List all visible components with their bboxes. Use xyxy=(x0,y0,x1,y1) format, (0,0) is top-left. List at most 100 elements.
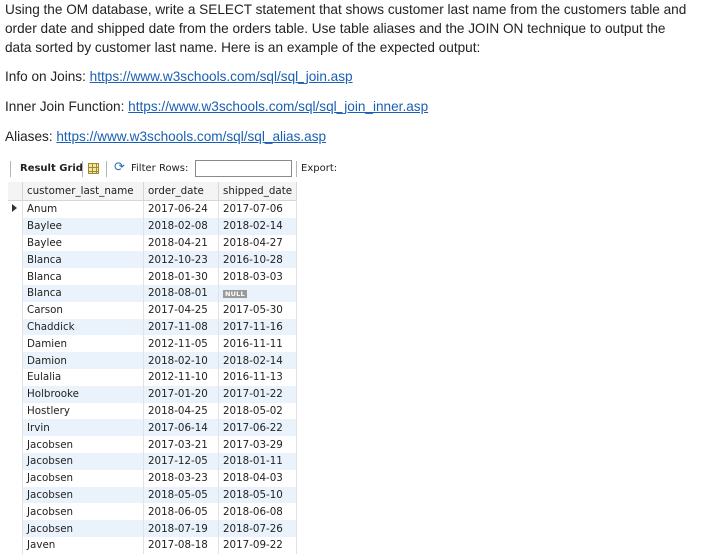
cell-order-date[interactable]: 2018-02-10 xyxy=(143,352,219,369)
cell-order-date[interactable]: 2018-03-23 xyxy=(143,469,219,487)
cell-shipped-date[interactable]: 2018-02-14 xyxy=(218,217,298,235)
row-selector[interactable] xyxy=(8,436,23,453)
grid-view-icon[interactable] xyxy=(88,163,99,174)
row-selector[interactable] xyxy=(8,234,23,252)
column-header-customer-last-name[interactable]: customer_last_name xyxy=(22,182,144,201)
table-row[interactable]: Baylee 2018-04-21 2018-04-27 xyxy=(8,234,298,252)
cell-customer-last-name[interactable]: Irvin xyxy=(22,419,144,437)
table-row[interactable]: Damion 2018-02-10 2018-02-14 xyxy=(8,352,298,369)
cell-order-date[interactable]: 2018-06-05 xyxy=(143,503,219,521)
cell-shipped-date[interactable]: 2017-05-30 xyxy=(218,301,298,319)
cell-shipped-date[interactable]: 2017-07-06 xyxy=(218,200,298,218)
cell-shipped-date[interactable]: 2018-02-14 xyxy=(218,352,298,369)
cell-customer-last-name[interactable]: Jacobsen xyxy=(22,520,144,537)
row-selector[interactable] xyxy=(8,368,23,386)
row-selector[interactable] xyxy=(8,452,23,470)
cell-order-date[interactable]: 2017-06-24 xyxy=(143,200,219,218)
export-label[interactable]: Export: xyxy=(301,163,337,174)
cell-shipped-date[interactable]: 2018-04-03 xyxy=(218,469,298,487)
table-row[interactable]: Javen 2017-08-18 2017-09-22 xyxy=(8,536,298,554)
cell-order-date[interactable]: 2018-08-01 xyxy=(143,284,219,302)
cell-order-date[interactable]: 2018-04-21 xyxy=(143,234,219,252)
table-row[interactable]: Jacobsen 2017-12-05 2018-01-11 xyxy=(8,452,298,470)
cell-customer-last-name[interactable]: Baylee xyxy=(22,234,144,252)
cell-order-date[interactable]: 2017-11-08 xyxy=(143,318,219,336)
cell-order-date[interactable]: 2018-04-25 xyxy=(143,402,219,420)
table-row[interactable]: Irvin 2017-06-14 2017-06-22 xyxy=(8,419,298,437)
cell-order-date[interactable]: 2017-04-25 xyxy=(143,301,219,319)
cell-order-date[interactable]: 2018-05-05 xyxy=(143,486,219,504)
cell-shipped-date[interactable]: 2018-05-02 xyxy=(218,402,298,420)
column-header-order-date[interactable]: order_date xyxy=(143,182,219,201)
cell-customer-last-name[interactable]: Carson xyxy=(22,301,144,319)
cell-shipped-date[interactable]: 2017-09-22 xyxy=(218,536,298,554)
cell-shipped-date[interactable]: 2017-06-22 xyxy=(218,419,298,437)
refresh-icon[interactable]: ⟳ xyxy=(114,160,125,175)
cell-order-date[interactable]: 2018-02-08 xyxy=(143,217,219,235)
row-selector[interactable] xyxy=(8,251,23,269)
row-selector[interactable] xyxy=(8,301,23,319)
row-selector[interactable] xyxy=(8,352,23,369)
cell-shipped-date[interactable]: 2018-07-26 xyxy=(218,520,298,537)
table-row[interactable]: Jacobsen 2018-03-23 2018-04-03 xyxy=(8,469,298,487)
row-selector[interactable] xyxy=(8,402,23,420)
cell-customer-last-name[interactable]: Baylee xyxy=(22,217,144,235)
row-selector[interactable] xyxy=(8,335,23,353)
column-header-shipped-date[interactable]: shipped_date xyxy=(218,182,298,201)
aliases-link[interactable]: https://www.w3schools.com/sql/sql_alias.… xyxy=(56,129,326,144)
cell-customer-last-name[interactable]: Jacobsen xyxy=(22,503,144,521)
row-selector[interactable] xyxy=(8,503,23,521)
table-row[interactable]: Chaddick 2017-11-08 2017-11-16 xyxy=(8,318,298,336)
row-selector[interactable] xyxy=(8,318,23,336)
row-selector[interactable] xyxy=(8,419,23,437)
cell-order-date[interactable]: 2012-11-05 xyxy=(143,335,219,353)
table-row[interactable]: Eulalia 2012-11-10 2016-11-13 xyxy=(8,368,298,386)
inner-join-link[interactable]: https://www.w3schools.com/sql/sql_join_i… xyxy=(128,99,428,114)
cell-order-date[interactable]: 2018-01-30 xyxy=(143,268,219,285)
cell-customer-last-name[interactable]: Jacobsen xyxy=(22,436,144,453)
cell-shipped-date[interactable]: 2016-11-13 xyxy=(218,368,298,386)
cell-customer-last-name[interactable]: Blanca xyxy=(22,284,144,302)
cell-customer-last-name[interactable]: Jacobsen xyxy=(22,452,144,470)
cell-order-date[interactable]: 2012-10-23 xyxy=(143,251,219,269)
cell-shipped-date[interactable]: 2016-10-28 xyxy=(218,251,298,269)
table-row[interactable]: Anum 2017-06-24 2017-07-06 xyxy=(8,200,298,218)
cell-shipped-date[interactable]: 2018-03-03 xyxy=(218,268,298,285)
table-row[interactable]: Blanca 2012-10-23 2016-10-28 xyxy=(8,251,298,269)
cell-customer-last-name[interactable]: Javen xyxy=(22,536,144,554)
table-row[interactable]: Hostlery 2018-04-25 2018-05-02 xyxy=(8,402,298,420)
table-row[interactable]: Jacobsen 2018-07-19 2018-07-26 xyxy=(8,520,298,537)
cell-customer-last-name[interactable]: Chaddick xyxy=(22,318,144,336)
cell-customer-last-name[interactable]: Anum xyxy=(22,200,144,218)
cell-order-date[interactable]: 2017-03-21 xyxy=(143,436,219,453)
cell-customer-last-name[interactable]: Damion xyxy=(22,352,144,369)
row-selector[interactable] xyxy=(8,486,23,504)
table-row[interactable]: Damien 2012-11-05 2016-11-11 xyxy=(8,335,298,353)
cell-shipped-date[interactable]: 2018-05-10 xyxy=(218,486,298,504)
table-row[interactable]: Jacobsen 2017-03-21 2017-03-29 xyxy=(8,436,298,453)
table-row[interactable]: Holbrooke 2017-01-20 2017-01-22 xyxy=(8,385,298,403)
cell-customer-last-name[interactable]: Damien xyxy=(22,335,144,353)
cell-order-date[interactable]: 2017-12-05 xyxy=(143,452,219,470)
cell-shipped-date[interactable]: 2017-03-29 xyxy=(218,436,298,453)
row-selector[interactable] xyxy=(8,200,23,218)
row-selector[interactable] xyxy=(8,469,23,487)
row-selector[interactable] xyxy=(8,268,23,285)
row-selector[interactable] xyxy=(8,520,23,537)
cell-order-date[interactable]: 2018-07-19 xyxy=(143,520,219,537)
table-row[interactable]: Blanca 2018-08-01 NULL xyxy=(8,284,298,302)
cell-customer-last-name[interactable]: Jacobsen xyxy=(22,486,144,504)
table-row[interactable]: Jacobsen 2018-06-05 2018-06-08 xyxy=(8,503,298,521)
cell-shipped-date[interactable]: 2017-01-22 xyxy=(218,385,298,403)
table-row[interactable]: Blanca 2018-01-30 2018-03-03 xyxy=(8,268,298,285)
cell-order-date[interactable]: 2017-01-20 xyxy=(143,385,219,403)
joins-info-link[interactable]: https://www.w3schools.com/sql/sql_join.a… xyxy=(90,69,353,84)
table-row[interactable]: Jacobsen 2018-05-05 2018-05-10 xyxy=(8,486,298,504)
cell-shipped-date[interactable]: 2017-11-16 xyxy=(218,318,298,336)
cell-shipped-date[interactable]: 2016-11-11 xyxy=(218,335,298,353)
cell-customer-last-name[interactable]: Hostlery xyxy=(22,402,144,420)
row-selector[interactable] xyxy=(8,385,23,403)
table-row[interactable]: Carson 2017-04-25 2017-05-30 xyxy=(8,301,298,319)
row-selector[interactable] xyxy=(8,217,23,235)
row-selector[interactable] xyxy=(8,284,23,302)
